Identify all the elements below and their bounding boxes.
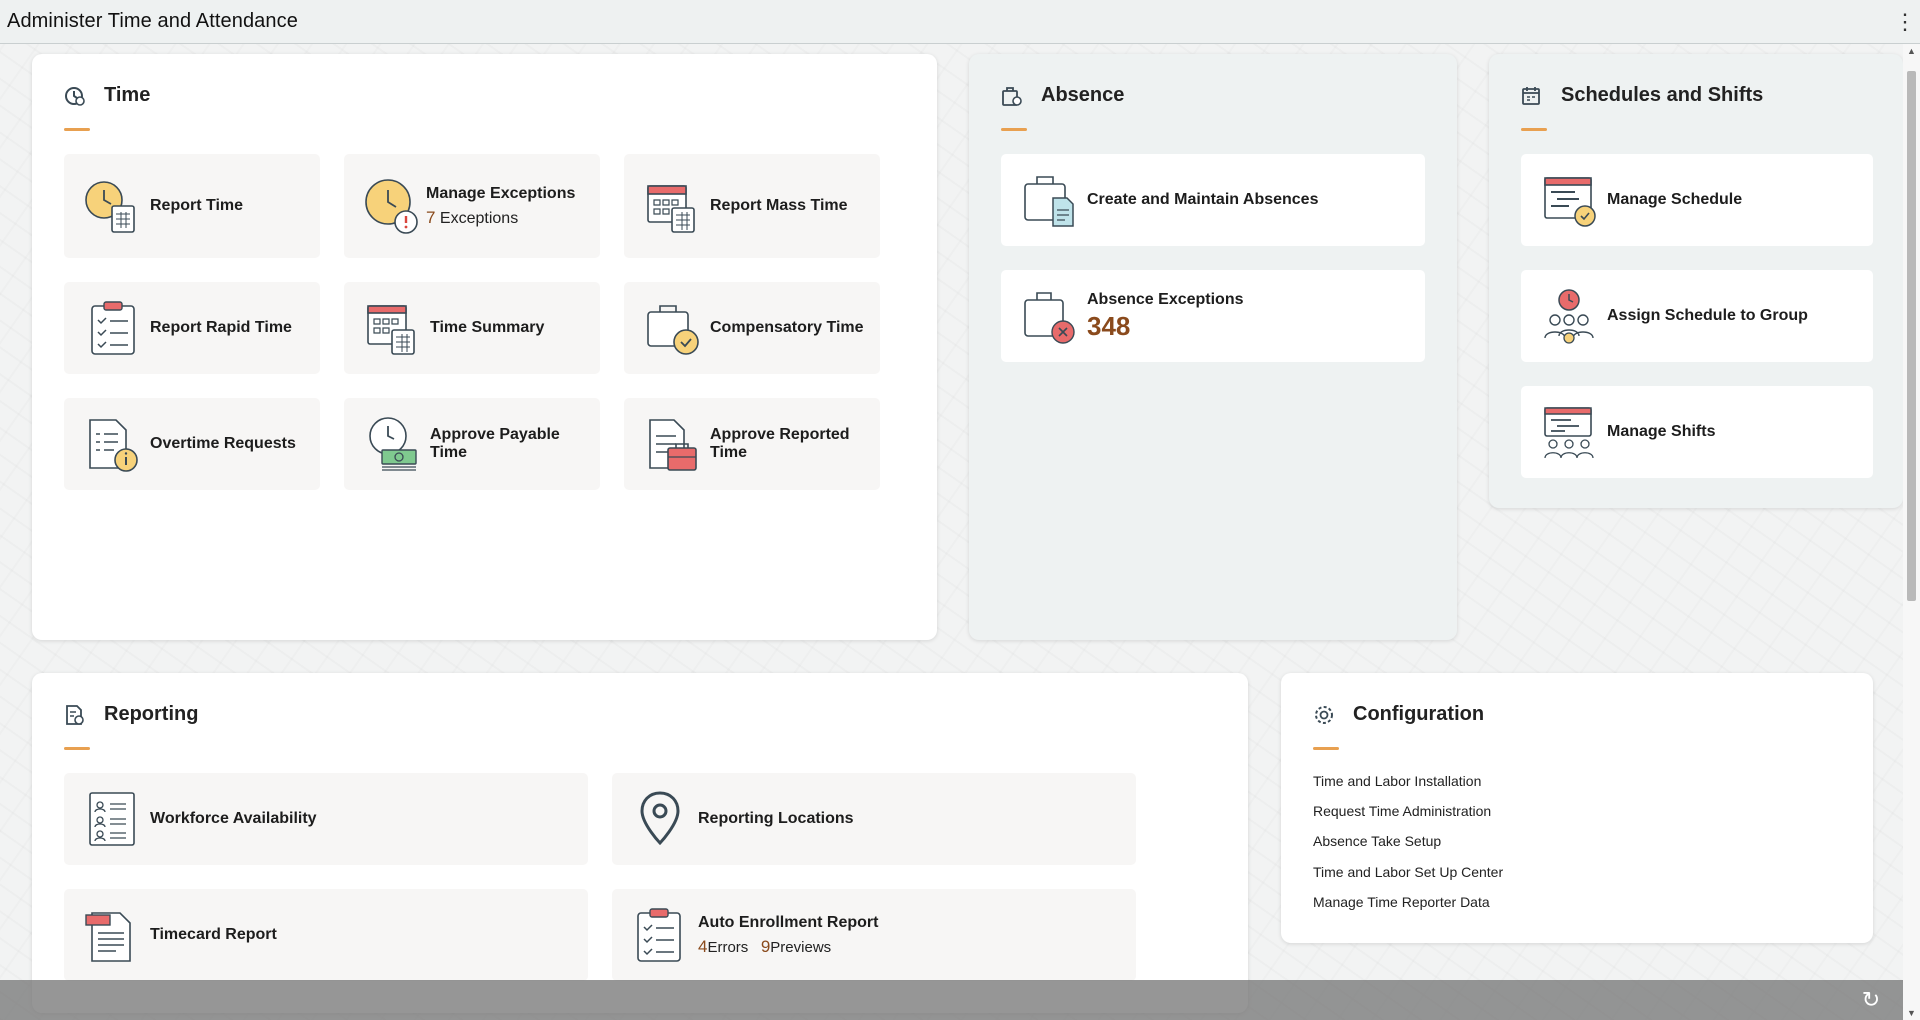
time-summary-tile[interactable]: Time Summary <box>344 282 600 374</box>
previews-count: 9 <box>760 936 771 956</box>
page-header: Administer Time and Attendance ⋮ <box>0 0 1920 44</box>
create-maintain-absences-tile[interactable]: Create and Maintain Absences <box>1001 154 1425 246</box>
tile-label: Report Time <box>150 197 244 214</box>
tile-label: Timecard Report <box>150 926 277 943</box>
configuration-panel-title: Configuration <box>1353 703 1485 725</box>
timecard-report-tile[interactable]: Timecard Report <box>64 889 588 981</box>
tile-label: Auto Enrollment Report <box>698 913 879 931</box>
calendar-summary-icon <box>367 305 415 355</box>
tile-label: Reporting Locations <box>698 810 854 827</box>
config-link[interactable]: Time and Labor Set Up Center <box>1313 864 1503 880</box>
approve-payable-time-tile[interactable]: Approve Payable Time <box>344 398 600 490</box>
scrollbar-thumb[interactable] <box>1907 71 1916 601</box>
document-info-icon <box>89 419 138 472</box>
assign-schedule-group-tile[interactable]: Assign Schedule to Group <box>1521 270 1873 362</box>
clock-money-icon <box>369 417 417 471</box>
workforce-availability-tile[interactable]: Workforce Availability <box>64 773 588 865</box>
overtime-requests-tile[interactable]: Overtime Requests <box>64 398 320 490</box>
config-link[interactable]: Absence Take Setup <box>1313 833 1441 849</box>
reporting-panel-title: Reporting <box>104 703 199 725</box>
report-icon <box>66 704 84 725</box>
scroll-up-icon[interactable]: ▲ <box>1903 44 1920 58</box>
errors-label: Errors <box>707 938 749 956</box>
calendar-grid-icon <box>647 185 695 233</box>
manage-shifts-tile[interactable]: Manage Shifts <box>1521 386 1873 478</box>
time-panel-title: Time <box>104 84 151 106</box>
configuration-panel: Configuration Time and Labor Installatio… <box>1281 673 1873 943</box>
timecard-icon <box>85 912 131 962</box>
previews-label: Previews <box>770 938 832 956</box>
checklist-report-icon <box>637 908 681 962</box>
briefcase-document-icon <box>1024 176 1074 227</box>
config-link[interactable]: Manage Time Reporter Data <box>1313 894 1490 910</box>
tile-label: Time Summary <box>430 319 545 336</box>
time-panel: Time Report Time Manage Exceptions 7 Exc… <box>32 54 937 640</box>
checklist-icon <box>91 301 135 355</box>
title-underline <box>1313 747 1339 750</box>
document-briefcase-icon <box>649 419 697 471</box>
config-link[interactable]: Time and Labor Installation <box>1313 773 1481 789</box>
kebab-menu-icon[interactable]: ⋮ <box>1890 0 1920 44</box>
title-underline <box>1521 128 1547 131</box>
group-clock-icon <box>1544 289 1594 344</box>
reporting-panel: Reporting Workforce Availability Reporti… <box>32 673 1248 1013</box>
tile-label: Workforce Availability <box>150 810 317 827</box>
schedule-window-icon <box>1544 177 1596 227</box>
tile-label: Create and Maintain Absences <box>1087 191 1319 208</box>
absence-exceptions-count: 348 <box>1087 310 1131 341</box>
tile-label: Absence Exceptions <box>1087 290 1244 308</box>
tile-label: Manage Shifts <box>1607 423 1716 440</box>
calendar-icon <box>1522 86 1540 105</box>
people-list-icon <box>89 792 135 846</box>
approve-reported-time-tile[interactable]: Approve Reported Time <box>624 398 880 490</box>
scroll-down-icon[interactable]: ▼ <box>1903 1006 1920 1020</box>
briefcase-error-icon <box>1024 292 1075 344</box>
shifts-group-icon <box>1544 407 1594 459</box>
exceptions-count: 7 Exceptions <box>426 208 575 228</box>
report-rapid-time-tile[interactable]: Report Rapid Time <box>64 282 320 374</box>
report-mass-time-tile[interactable]: Report Mass Time <box>624 154 880 258</box>
map-pin-icon <box>640 791 680 846</box>
tile-label: Manage Schedule <box>1607 191 1743 208</box>
gear-icon <box>1315 705 1333 724</box>
compensatory-time-tile[interactable]: Compensatory Time <box>624 282 880 374</box>
briefcase-icon <box>1002 86 1022 106</box>
report-time-tile[interactable]: Report Time <box>64 154 320 258</box>
clock-icon <box>65 86 85 106</box>
manage-exceptions-icon <box>365 179 418 234</box>
tile-label: Report Mass Time <box>710 197 848 214</box>
reporting-locations-tile[interactable]: Reporting Locations <box>612 773 1136 865</box>
absence-exceptions-tile[interactable]: Absence Exceptions 348 <box>1001 270 1425 362</box>
bottom-overlay-bar: ↻ <box>0 980 1903 1020</box>
tile-label: Approve Payable Time <box>430 426 560 461</box>
tile-label: Approve Reported Time <box>710 426 850 461</box>
auto-enrollment-report-tile[interactable]: Auto Enrollment Report 4Errors 9Previews <box>612 889 1136 981</box>
tile-label: Assign Schedule to Group <box>1607 307 1808 324</box>
title-underline <box>1001 128 1027 131</box>
briefcase-clock-icon <box>647 305 699 355</box>
tile-label: Report Rapid Time <box>150 319 292 336</box>
report-time-icon <box>85 181 135 233</box>
schedules-panel: Schedules and Shifts Manage Schedule Ass… <box>1489 54 1903 508</box>
manage-schedule-tile[interactable]: Manage Schedule <box>1521 154 1873 246</box>
tile-label: Manage Exceptions <box>426 184 576 202</box>
manage-exceptions-tile[interactable]: Manage Exceptions 7 Exceptions <box>344 154 600 258</box>
title-underline <box>64 128 90 131</box>
refresh-icon[interactable]: ↻ <box>1859 987 1883 1012</box>
count-label: Exceptions <box>439 209 519 227</box>
absence-panel: Absence Create and Maintain Absences Abs… <box>969 54 1457 640</box>
title-underline <box>64 747 90 750</box>
vertical-scrollbar[interactable]: ▲ ▼ <box>1903 44 1920 1020</box>
count-value: 7 <box>426 207 436 227</box>
page-title: Administer Time and Attendance <box>7 10 298 32</box>
absence-panel-title: Absence <box>1041 84 1125 106</box>
tile-label: Overtime Requests <box>150 435 296 452</box>
tile-label: Compensatory Time <box>710 319 864 336</box>
config-link[interactable]: Request Time Administration <box>1313 803 1491 819</box>
enrollment-counts: 4Errors 9Previews <box>698 937 878 957</box>
schedules-panel-title: Schedules and Shifts <box>1561 84 1764 106</box>
